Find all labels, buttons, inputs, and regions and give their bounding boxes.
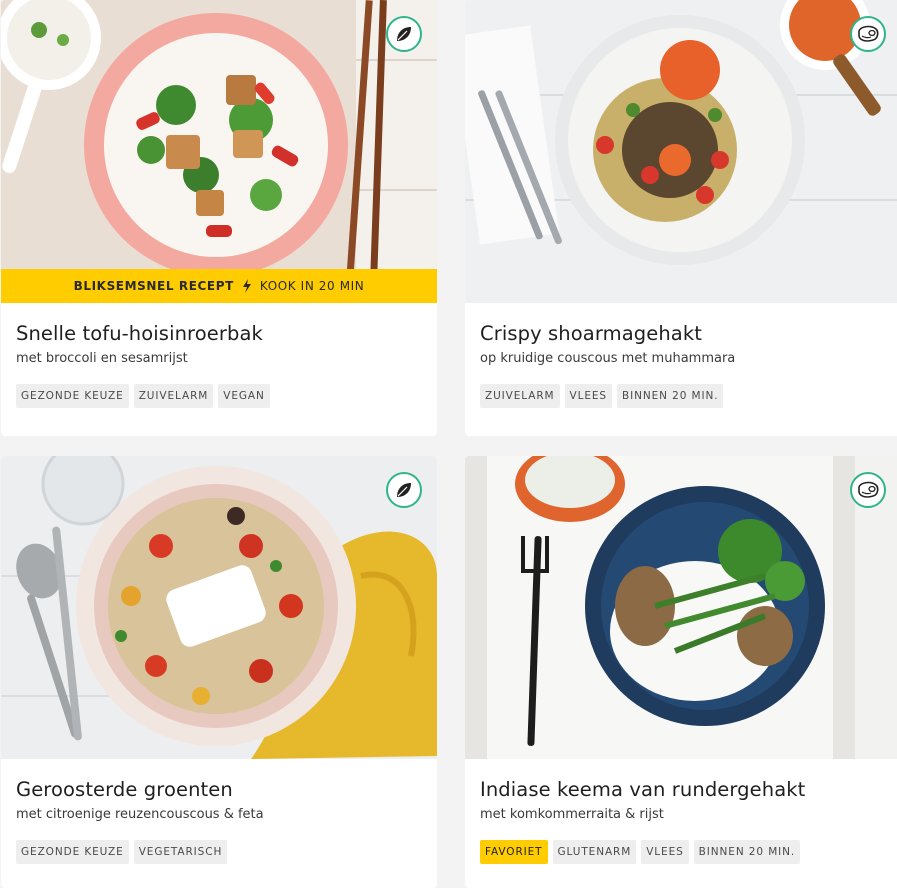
recipe-grid: BLIKSEMSNEL RECEPT KOOK IN 20 MIN Snelle… bbox=[0, 0, 897, 888]
meat-badge bbox=[850, 472, 886, 508]
tag: BINNEN 20 MIN. bbox=[693, 840, 801, 864]
tag: VEGAN bbox=[218, 384, 270, 408]
recipe-title[interactable]: Indiase keema van rundergehakt bbox=[480, 777, 886, 803]
cook-time-label: KOOK IN 20 MIN bbox=[259, 279, 365, 293]
recipe-card[interactable]: Geroosterde groenten met citroenige reuz… bbox=[1, 456, 437, 888]
quick-recipe-banner: BLIKSEMSNEL RECEPT KOOK IN 20 MIN bbox=[1, 269, 437, 303]
tag: BINNEN 20 MIN. bbox=[617, 384, 724, 408]
tag-list: GEZONDE KEUZE ZUIVELARM VEGAN bbox=[16, 384, 422, 408]
favorite-tag: FAVORIET bbox=[480, 840, 548, 864]
meat-badge bbox=[850, 16, 886, 52]
tag: GEZONDE KEUZE bbox=[16, 384, 129, 408]
tag: ZUIVELARM bbox=[133, 384, 214, 408]
recipe-photo[interactable] bbox=[465, 456, 897, 759]
tag: GLUTENARM bbox=[552, 840, 637, 864]
recipe-card[interactable]: BLIKSEMSNEL RECEPT KOOK IN 20 MIN Snelle… bbox=[1, 0, 437, 436]
recipe-title[interactable]: Snelle tofu-hoisinroerbak bbox=[16, 321, 422, 347]
recipe-card[interactable]: Crispy shoarmagehakt op kruidige couscou… bbox=[465, 0, 897, 436]
tag-list: FAVORIET GLUTENARM VLEES BINNEN 20 MIN. bbox=[480, 840, 886, 864]
tag: VLEES bbox=[641, 840, 689, 864]
recipe-subtitle: met citroenige reuzencouscous & feta bbox=[16, 807, 264, 822]
vegan-badge bbox=[386, 16, 422, 52]
tag: ZUIVELARM bbox=[480, 384, 560, 408]
tag: VEGETARISCH bbox=[133, 840, 228, 864]
meat-icon bbox=[856, 480, 880, 500]
recipe-subtitle: met komkommerraita & rijst bbox=[480, 807, 664, 822]
quick-recipe-label: BLIKSEMSNEL RECEPT bbox=[73, 279, 234, 293]
recipe-photo[interactable] bbox=[1, 456, 437, 759]
leaf-icon bbox=[394, 24, 414, 44]
lightning-icon bbox=[242, 279, 252, 293]
recipe-photo[interactable]: BLIKSEMSNEL RECEPT KOOK IN 20 MIN bbox=[1, 0, 437, 303]
recipe-title[interactable]: Crispy shoarmagehakt bbox=[480, 321, 886, 347]
recipe-card[interactable]: Indiase keema van rundergehakt met komko… bbox=[465, 456, 897, 888]
leaf-icon bbox=[394, 480, 414, 500]
tag: GEZONDE KEUZE bbox=[16, 840, 129, 864]
meat-icon bbox=[856, 24, 880, 44]
tag: VLEES bbox=[564, 384, 612, 408]
recipe-title[interactable]: Geroosterde groenten bbox=[16, 777, 422, 803]
tag-list: ZUIVELARM VLEES BINNEN 20 MIN. bbox=[480, 384, 886, 408]
recipe-subtitle: met broccoli en sesamrijst bbox=[16, 351, 188, 366]
recipe-subtitle: op kruidige couscous met muhammara bbox=[480, 351, 736, 366]
recipe-photo[interactable] bbox=[465, 0, 897, 303]
vegetarian-badge bbox=[386, 472, 422, 508]
tag-list: GEZONDE KEUZE VEGETARISCH bbox=[16, 840, 422, 864]
